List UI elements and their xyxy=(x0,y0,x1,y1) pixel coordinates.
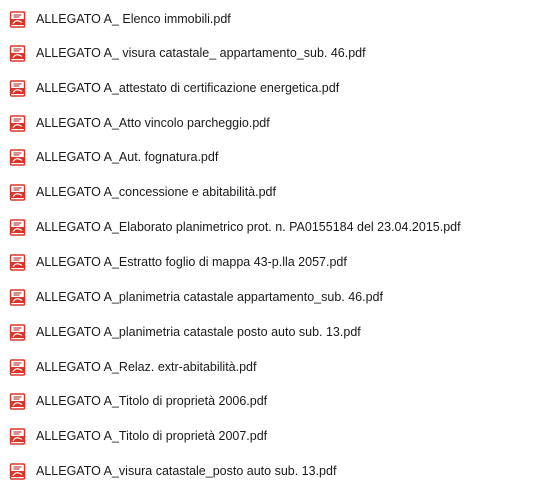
file-name: ALLEGATO A_planimetria catastale apparta… xyxy=(36,290,383,304)
file-item[interactable]: ALLEGATO A_attestato di certificazione e… xyxy=(9,77,339,99)
file-name: ALLEGATO A_attestato di certificazione e… xyxy=(36,81,340,95)
file-name: ALLEGATO A_Elaborato planimetrico prot. … xyxy=(36,220,461,234)
pdf-file-icon xyxy=(9,44,26,62)
file-name: ALLEGATO A_ Elenco immobili.pdf xyxy=(36,12,231,26)
pdf-file-icon xyxy=(9,392,26,410)
file-name: ALLEGATO A_Atto vincolo parcheggio.pdf xyxy=(36,116,270,130)
file-name: ALLEGATO A_Titolo di proprietà 2007.pdf xyxy=(36,429,268,443)
file-name: ALLEGATO A_concessione e abitabilità.pdf xyxy=(36,185,276,199)
pdf-file-icon xyxy=(9,183,26,201)
pdf-file-icon xyxy=(9,10,26,28)
file-item[interactable]: ALLEGATO A_Titolo di proprietà 2007.pdf xyxy=(9,425,267,447)
file-item[interactable]: ALLEGATO A_Relaz. extr-abitabilità.pdf xyxy=(9,356,256,378)
pdf-file-icon xyxy=(9,288,26,306)
file-item[interactable]: ALLEGATO A_concessione e abitabilità.pdf xyxy=(9,181,276,203)
file-name: ALLEGATO A_Titolo di proprietà 2006.pdf xyxy=(36,394,268,408)
pdf-file-icon xyxy=(9,253,26,271)
file-item[interactable]: ALLEGATO A_Atto vincolo parcheggio.pdf xyxy=(9,112,270,134)
pdf-file-icon xyxy=(9,462,26,480)
file-item[interactable]: ALLEGATO A_planimetria catastale posto a… xyxy=(9,321,361,343)
pdf-file-icon xyxy=(9,114,26,132)
pdf-file-icon xyxy=(9,148,26,166)
file-item[interactable]: ALLEGATO A_Elaborato planimetrico prot. … xyxy=(9,216,461,238)
file-item[interactable]: ALLEGATO A_ Elenco immobili.pdf xyxy=(9,8,231,30)
pdf-file-icon xyxy=(9,323,26,341)
file-item[interactable]: ALLEGATO A_ visura catastale_ appartamen… xyxy=(9,42,366,64)
pdf-file-icon xyxy=(9,358,26,376)
file-name: ALLEGATO A_visura catastale_posto auto s… xyxy=(36,464,337,478)
pdf-file-icon xyxy=(9,218,26,236)
file-name: ALLEGATO A_planimetria catastale posto a… xyxy=(36,325,361,339)
file-name: ALLEGATO A_Aut. fognatura.pdf xyxy=(36,150,219,164)
file-item[interactable]: ALLEGATO A_Estratto foglio di mappa 43-p… xyxy=(9,251,347,273)
file-list: ALLEGATO A_ Elenco immobili.pdf ALLEGATO… xyxy=(0,0,534,494)
file-item[interactable]: ALLEGATO A_visura catastale_posto auto s… xyxy=(9,460,336,482)
pdf-file-icon xyxy=(9,79,26,97)
file-item[interactable]: ALLEGATO A_Titolo di proprietà 2006.pdf xyxy=(9,390,267,412)
file-name: ALLEGATO A_Estratto foglio di mappa 43-p… xyxy=(36,255,347,269)
file-name: ALLEGATO A_ visura catastale_ appartamen… xyxy=(36,46,366,60)
file-item[interactable]: ALLEGATO A_Aut. fognatura.pdf xyxy=(9,146,218,168)
pdf-file-icon xyxy=(9,427,26,445)
file-item[interactable]: ALLEGATO A_planimetria catastale apparta… xyxy=(9,286,383,308)
file-name: ALLEGATO A_Relaz. extr-abitabilità.pdf xyxy=(36,360,257,374)
